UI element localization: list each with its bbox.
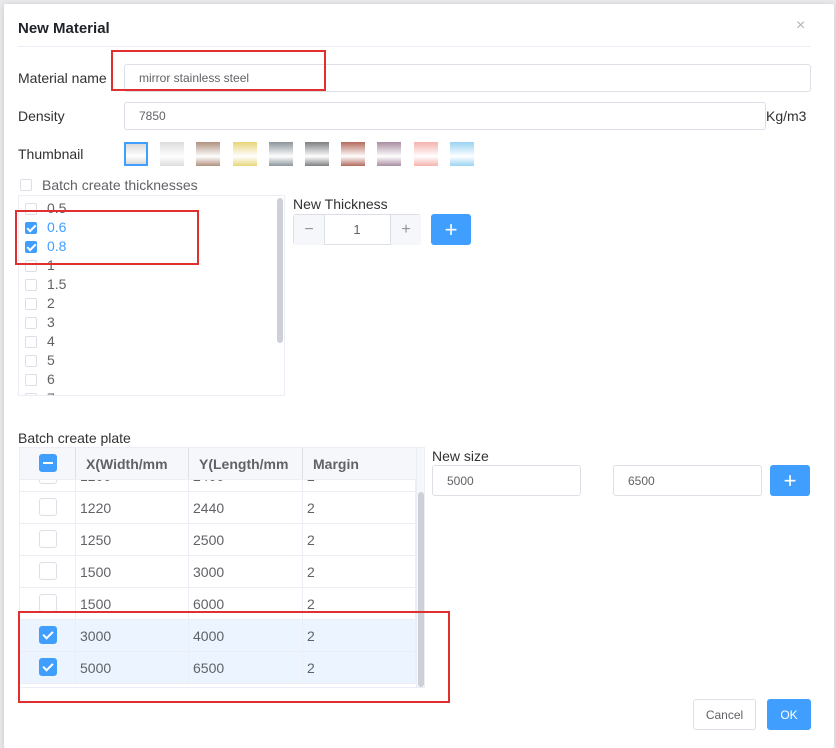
cell-length: 2500 [189, 524, 303, 555]
thumbnail-swatch[interactable] [268, 142, 293, 166]
density-input[interactable]: 7850 [124, 102, 766, 130]
add-size-button[interactable]: + [770, 465, 810, 496]
cell-width: 1500 [76, 556, 189, 587]
row-checkbox[interactable] [39, 530, 57, 548]
column-header-margin[interactable]: Margin [303, 448, 416, 479]
thumbnail-swatch[interactable] [413, 142, 438, 166]
batch-thickness-label: Batch create thicknesses [42, 177, 198, 193]
cell-width: 1220 [76, 492, 189, 523]
cell-length: 3000 [189, 556, 303, 587]
thickness-value: 4 [47, 333, 55, 349]
thickness-value: 7 [47, 390, 55, 395]
table-row[interactable]: 1250 2500 2 [20, 524, 416, 556]
new-thickness-label: New Thickness [293, 196, 388, 212]
thickness-checkbox[interactable] [25, 336, 37, 348]
thickness-value: 1.5 [47, 276, 67, 292]
thumbnail-swatch[interactable] [160, 142, 185, 166]
decrease-button[interactable]: − [294, 215, 325, 245]
close-icon[interactable]: × [796, 18, 805, 34]
new-size-length-input[interactable]: 6500 [613, 465, 762, 496]
thickness-checkbox[interactable] [25, 279, 37, 291]
thickness-checkbox[interactable] [25, 298, 37, 310]
new-size-label: New size [432, 448, 489, 464]
batch-plate-label: Batch create plate [18, 430, 131, 446]
thumbnail-swatch[interactable] [449, 142, 474, 166]
thickness-value: 6 [47, 371, 55, 387]
highlight-box-material-name [111, 50, 326, 91]
thickness-checkbox[interactable] [25, 393, 37, 395]
thickness-item[interactable]: 4 [19, 333, 259, 352]
column-header-width[interactable]: X(Width/mm [76, 448, 189, 479]
thickness-item[interactable]: 3 [19, 314, 259, 333]
cell-margin: 2 [303, 556, 416, 587]
increase-button[interactable]: + [390, 215, 421, 245]
thickness-checkbox[interactable] [25, 317, 37, 329]
header-divider [18, 46, 811, 47]
highlight-box-thickness [15, 210, 199, 265]
ok-button[interactable]: OK [767, 699, 811, 730]
row-checkbox[interactable] [39, 594, 57, 612]
highlight-box-plates [18, 611, 450, 703]
table-row[interactable]: 1500 3000 2 [20, 556, 416, 588]
thickness-value: 3 [47, 314, 55, 330]
table-row[interactable]: 1220 2440 2 [20, 492, 416, 524]
thumbnail-swatch[interactable] [341, 142, 366, 166]
thumbnail-label: Thumbnail [18, 146, 84, 162]
thickness-item[interactable]: 7 [19, 390, 259, 395]
thickness-value: 5 [47, 352, 55, 368]
new-size-width-input[interactable]: 5000 [432, 465, 581, 496]
column-header-length[interactable]: Y(Length/mm [189, 448, 303, 479]
table-header: X(Width/mm Y(Length/mm Margin [20, 448, 416, 480]
thickness-checkbox[interactable] [25, 355, 37, 367]
thickness-value: 2 [47, 295, 55, 311]
dialog-title: New Material [18, 20, 110, 37]
thickness-item[interactable]: 1.5 [19, 276, 259, 295]
thickness-value[interactable]: 1 [325, 215, 389, 244]
density-label: Density [18, 108, 65, 124]
cancel-button[interactable]: Cancel [693, 699, 756, 730]
density-unit: Kg/m3 [766, 108, 807, 124]
new-material-dialog: New Material × Material name mirror stai… [4, 4, 834, 748]
thumbnail-swatch[interactable] [196, 142, 221, 166]
row-checkbox[interactable] [39, 562, 57, 580]
cell-margin: 2 [303, 492, 416, 523]
thumbnail-swatch[interactable] [124, 142, 148, 166]
row-checkbox[interactable] [39, 498, 57, 516]
batch-thickness-checkbox[interactable] [20, 179, 32, 191]
thickness-scrollbar[interactable] [277, 198, 283, 343]
cell-length: 2440 [189, 492, 303, 523]
select-all-checkbox[interactable] [39, 454, 57, 472]
cell-margin: 2 [303, 524, 416, 555]
thickness-item[interactable]: 5 [19, 352, 259, 371]
material-name-label: Material name [18, 70, 107, 86]
thumbnail-swatch[interactable] [305, 142, 329, 166]
thickness-item[interactable]: 6 [19, 371, 259, 390]
thickness-checkbox[interactable] [25, 374, 37, 386]
thickness-item[interactable]: 2 [19, 295, 259, 314]
thumbnail-swatch[interactable] [232, 142, 257, 166]
add-thickness-button[interactable]: + [431, 214, 471, 245]
thumbnail-swatch[interactable] [377, 142, 402, 166]
cell-width: 1250 [76, 524, 189, 555]
thickness-stepper[interactable]: − 1 + [293, 214, 421, 245]
